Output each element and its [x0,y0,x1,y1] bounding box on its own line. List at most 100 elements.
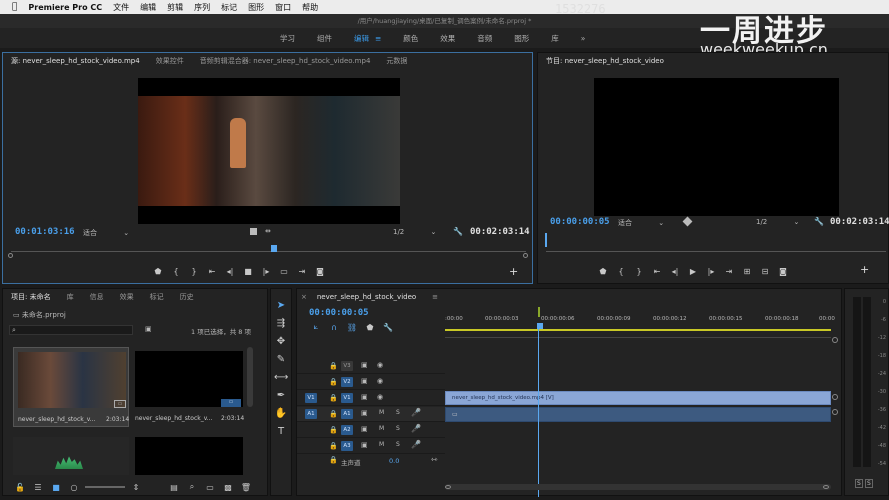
safe-margins-icon[interactable]: ▭ [275,265,293,277]
timeline-scroll-left-handle[interactable] [445,485,451,489]
menu-window[interactable]: 窗口 [275,2,291,13]
hand-tool-icon[interactable]: ✋ [274,407,288,421]
workspace-more-button[interactable]: » [581,34,586,43]
workspace-tab-learn[interactable]: 学习 [280,33,295,44]
timeline-add-marker-icon[interactable]: ⬟ [361,321,379,333]
mute-button[interactable]: M [379,409,384,416]
work-area-bar[interactable] [445,329,831,331]
timeline-settings-icon[interactable]: 🔧 [379,321,397,333]
tab-metadata[interactable]: 元数据 [386,56,407,66]
project-search-input[interactable]: ⌕ [9,325,133,335]
mark-in-icon[interactable]: { [167,265,185,277]
solo-right-button[interactable]: S [865,479,873,488]
linked-selection-icon[interactable]: ⛓ [343,321,361,333]
play-icon[interactable]: ▶ [684,265,702,277]
tab-effect-controls[interactable]: 效果控件 [156,56,184,66]
list-view-icon[interactable]: ☰ [29,481,47,493]
snap-icon[interactable]: ∩ [325,321,343,333]
track-target-a2[interactable]: A2 [341,425,353,435]
step-forward-icon[interactable]: |▸ [257,265,275,277]
program-go-to-in-icon[interactable]: ⇤ [648,265,666,277]
program-export-frame-icon[interactable]: ◙ [774,265,792,277]
menu-markers[interactable]: 标记 [221,2,237,13]
menu-clip[interactable]: 剪辑 [167,2,183,13]
project-item-4[interactable] [135,437,243,475]
source-fit-select[interactable]: 适合 ⌄ [83,228,129,238]
master-volume-value[interactable]: 0.0 [389,457,399,465]
sync-lock-icon[interactable]: ▣ [361,361,368,369]
slip-tool-icon[interactable]: ⟷ [274,371,288,385]
step-back-icon[interactable]: ◂| [221,265,239,277]
tab-audio-clip-mixer[interactable]: 音频剪辑混合器: never_sleep_hd_stock_video.mp4 [200,56,371,66]
mute-button[interactable]: M [379,425,384,432]
source-playhead[interactable] [271,245,277,252]
program-settings-icon[interactable]: 🔧 [814,217,824,226]
timeline-horizontal-scrollbar[interactable] [445,484,831,490]
apple-icon[interactable]:  [12,2,17,12]
razor-tool-icon[interactable]: ✎ [274,353,288,367]
program-step-back-icon[interactable]: ◂| [666,265,684,277]
program-add-button[interactable]: + [860,263,869,276]
find-icon[interactable]: ⌕ [183,481,201,493]
menu-edit[interactable]: 编辑 [140,2,156,13]
tab-libraries[interactable]: 库 [67,292,74,302]
tab-source[interactable]: 源: never_sleep_hd_stock_video.mp4 [11,56,140,66]
solo-button[interactable]: S [396,425,400,432]
program-add-marker-icon[interactable]: ⬟ [594,265,612,277]
nest-icon[interactable]: ⟀ [307,321,325,333]
menu-file[interactable]: 文件 [113,2,129,13]
timeline-ruler[interactable]: :00:00 00:00:00:03 00:00:00:06 00:00:00:… [445,315,835,333]
sync-lock-icon[interactable]: ▣ [361,441,368,449]
lock-icon[interactable]: 🔒 [329,362,338,370]
tab-markers[interactable]: 标记 [150,292,164,302]
timeline-menu-icon[interactable]: ≡ [432,293,438,301]
track-target-a1[interactable]: A1 [341,409,353,419]
program-mark-in-icon[interactable]: { [612,265,630,277]
menu-help[interactable]: 帮助 [302,2,318,13]
eye-icon[interactable]: ◉ [377,393,383,401]
video-clip[interactable]: never_sleep_hd_stock_video.mp4 [V] [445,391,831,405]
workspace-tab-editing[interactable]: 编辑 [354,33,369,44]
lift-icon[interactable]: ⊞ [738,265,756,277]
program-mark-out-icon[interactable]: } [630,265,648,277]
source-zoom-left[interactable] [8,253,13,258]
lock-icon[interactable]: 🔒 [329,410,338,418]
program-scrub-bar[interactable] [546,251,886,252]
sync-lock-icon[interactable]: ▣ [361,393,368,401]
new-bin-footer-icon[interactable]: ▭ [201,481,219,493]
menu-graphics[interactable]: 图形 [248,2,264,13]
track-target-v3[interactable]: V3 [341,361,353,371]
program-playhead[interactable] [545,233,547,247]
new-item-icon[interactable]: ▩ [219,481,237,493]
master-lock-icon[interactable]: 🔒 [329,456,338,464]
mark-out-icon[interactable]: } [185,265,203,277]
clear-icon[interactable]: 🗑 [237,481,255,493]
microphone-icon[interactable]: 🎤 [411,424,421,433]
timeline-zoom-top[interactable] [832,337,838,343]
project-item-3[interactable] [13,437,129,475]
new-bin-icon[interactable]: ▣ [145,325,152,333]
mute-button[interactable]: M [379,441,384,448]
track-target-v2[interactable]: V2 [341,377,353,387]
program-timecode[interactable]: 00:00:00:05 [550,217,610,227]
program-resolution-select[interactable]: 1/2 ⌄ [756,218,799,226]
timeline-scroll-a[interactable] [832,409,838,415]
workspace-tab-libraries[interactable]: 库 [551,33,559,44]
source-video-frame[interactable] [138,78,400,224]
track-target-a3[interactable]: A3 [341,441,353,451]
lock-icon[interactable]: 🔒 [329,394,338,402]
zoom-out-icon[interactable]: ○ [65,481,83,493]
master-expand-icon[interactable]: ⇿ [431,455,438,464]
project-scrollbar[interactable] [247,347,253,407]
tab-history[interactable]: 历史 [180,292,194,302]
program-video-frame[interactable] [594,78,839,216]
source-settings-icon[interactable]: 🔧 [453,227,463,236]
menu-sequence[interactable]: 序列 [194,2,210,13]
workspace-tab-color[interactable]: 颜色 [403,33,418,44]
tab-effects[interactable]: 效果 [120,292,134,302]
extract-icon[interactable]: ⊟ [756,265,774,277]
workspace-tab-audio[interactable]: 音频 [477,33,492,44]
workspace-menu-icon[interactable]: ≡ [375,34,381,43]
workspace-tab-graphics[interactable]: 图形 [514,33,529,44]
pen-tool-icon[interactable]: ✒ [274,389,288,403]
